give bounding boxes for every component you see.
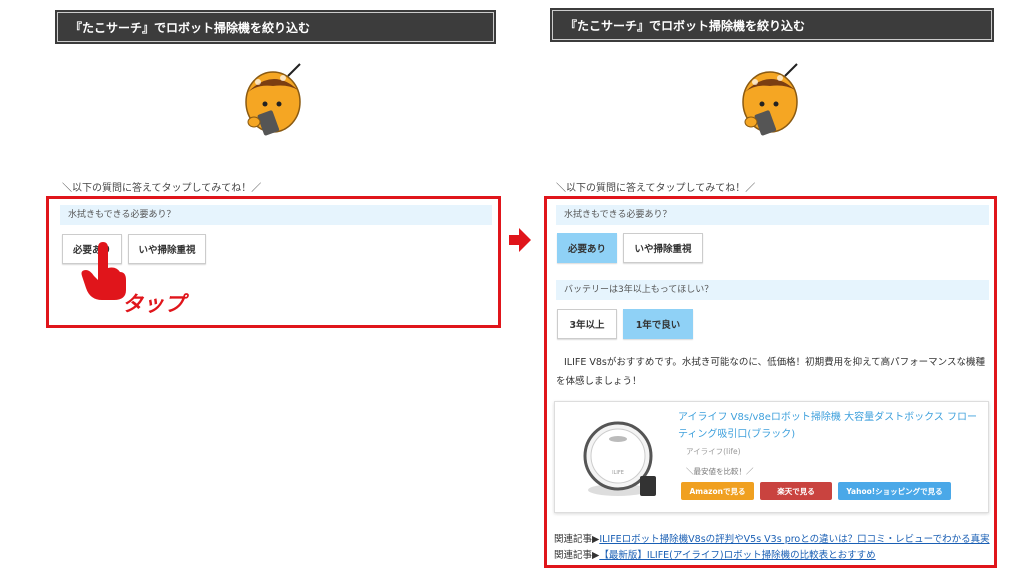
related-prefix: 関連記事▶ (554, 534, 600, 545)
tap-label: タップ (122, 292, 185, 316)
right-option-required-button[interactable]: 必要あり (557, 233, 617, 263)
related-article-1: 関連記事▶ILIFEロボット掃除機V8sの評判やV5s V3s proとの違いは… (554, 531, 990, 545)
compare-label: ＼最安値を比較！／ (686, 467, 754, 476)
amazon-button[interactable]: Amazonで見る (681, 482, 754, 500)
rakuten-button[interactable]: 楽天で見る (760, 482, 832, 500)
right-option-3years-button[interactable]: 3年以上 (557, 309, 617, 339)
right-question-2: バッテリーは3年以上もってほしい？ (556, 280, 989, 300)
left-question-1: 水拭きもできる必要あり？ (60, 205, 492, 225)
svg-text:ILIFE: ILIFE (612, 470, 624, 476)
related-link-1[interactable]: ILIFEロボット掃除機V8sの評判やV5s V3s proとの違いは？口コミ・… (599, 534, 989, 545)
recommendation-text: ILIFE V8sがおすすめです。水拭き可能なのに、低価格！初期費用を抑えて高パ… (556, 357, 985, 387)
right-instruction-text: ＼以下の質問に答えてタップしてみてね！／ (556, 183, 756, 194)
left-option-cleaning-button[interactable]: いや掃除重視 (128, 234, 206, 264)
product-brand: アイライフ(Iife) (686, 447, 741, 456)
right-question-1: 水拭きもできる必要あり？ (556, 205, 989, 225)
product-title-link[interactable]: アイライフ V8s/v8eロボット掃除機 大容量ダストボックス フローティング吸… (678, 409, 980, 443)
takoyaki-mascot-icon (742, 63, 798, 136)
left-header-title: 『たこサーチ』でロボット掃除機を絞り込む (55, 10, 496, 44)
right-arrow-icon (509, 228, 531, 252)
takoyaki-mascot-icon (245, 63, 301, 136)
robot-vacuum-image[interactable]: ILIFE (580, 414, 660, 500)
related-link-2[interactable]: 【最新版】ILIFE(アイライフ)ロボット掃除機の比較表とおすすめ (599, 550, 875, 561)
right-header-title: 『たこサーチ』でロボット掃除機を絞り込む (550, 8, 994, 42)
left-instruction-text: ＼以下の質問に答えてタップしてみてね！／ (62, 183, 262, 194)
yahoo-shopping-button[interactable]: Yahoo!ショッピングで見る (838, 482, 951, 500)
related-prefix: 関連記事▶ (554, 550, 600, 561)
right-option-1year-button[interactable]: 1年で良い (623, 309, 693, 339)
right-option-cleaning-button[interactable]: いや掃除重視 (623, 233, 703, 263)
related-article-2: 関連記事▶【最新版】ILIFE(アイライフ)ロボット掃除機の比較表とおすすめ (554, 547, 876, 561)
